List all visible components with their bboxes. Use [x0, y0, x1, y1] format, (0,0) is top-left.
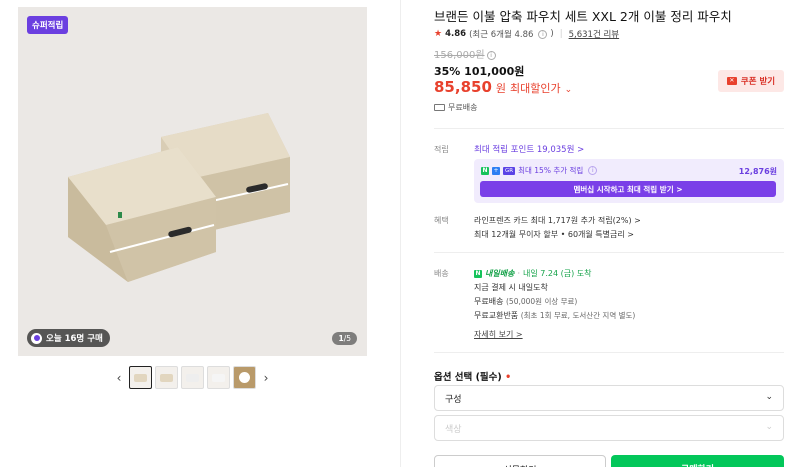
- membership-cta-button[interactable]: 멤버십 시작하고 최대 적립 받기 >: [480, 181, 776, 197]
- coupon-icon: ✕: [726, 77, 737, 85]
- rating-score: 4.86: [445, 29, 467, 39]
- points-label: 적립: [434, 145, 449, 154]
- chevron-down-icon: ⌄: [765, 392, 773, 402]
- composition-select[interactable]: 구성 ⌄: [434, 385, 784, 411]
- benefits-label: 혜택: [434, 216, 449, 225]
- price-info-icon[interactable]: i: [486, 51, 496, 60]
- free-return: 무료교환반품: [474, 311, 519, 320]
- pouch-image: [68, 113, 290, 282]
- thumbnail-2[interactable]: [155, 366, 178, 389]
- column-divider: [400, 0, 401, 467]
- delivery-title: N 내일배송 · 내일 7.24 (금) 도착: [474, 268, 591, 279]
- action-buttons: 선물하기 구매하기: [434, 455, 784, 467]
- free-shipping: 무료배송: [474, 297, 504, 306]
- image-page-indicator: 1/5: [332, 332, 357, 345]
- composition-select-label: 구성: [445, 394, 462, 405]
- star-icon: ★: [434, 29, 443, 39]
- info-icon[interactable]: i: [538, 29, 548, 39]
- color-select[interactable]: 색상 ⌄: [434, 415, 784, 441]
- extra-info-icon[interactable]: i: [588, 166, 598, 175]
- rating-row: ★ 4.86 (최근 6개월 4.86 i) | 5,631건 리뷰: [434, 28, 619, 40]
- shipping-row: 무료배송: [434, 102, 477, 113]
- extra-points-amount: 12,876원: [738, 167, 777, 176]
- product-title: 브랜든 이불 압축 파우치 세트 XXL 2개 이불 정리 파우치: [434, 9, 732, 24]
- play-icon: [239, 372, 250, 383]
- shipping-text: 무료배송: [448, 103, 478, 112]
- buy-button[interactable]: 구매하기: [611, 455, 784, 467]
- page-total: /5: [343, 334, 351, 343]
- best-price-label: 최대할인가: [510, 82, 561, 95]
- thumbnail-3[interactable]: [181, 366, 204, 389]
- section-divider: [434, 252, 784, 253]
- chevron-down-icon: ⌄: [765, 422, 773, 432]
- delivery-line-1: 지금 결제 시 내일도착: [474, 283, 548, 292]
- delivery-line-3: 무료교환반품 (최초 1회 무료, 도서산간 지역 별도): [474, 310, 635, 321]
- naver-n-icon: N: [481, 166, 489, 175]
- membership-icon: GR: [503, 166, 516, 175]
- chevron-down-icon: ⌄: [564, 85, 573, 95]
- card-benefit-link[interactable]: 라인프렌즈 카드 최대 1,717원 추가 적립(2%) >: [474, 215, 641, 226]
- thumbnail-1[interactable]: [129, 366, 152, 389]
- options-title: 옵션 선택 (필수) •: [434, 369, 511, 383]
- truck-icon: [434, 104, 445, 111]
- free-shipping-note: (50,000원 이상 무료): [506, 297, 578, 306]
- today-purchases-badge: 오늘 16명 구매: [27, 329, 110, 347]
- reviews-link[interactable]: 5,631건 리뷰: [569, 28, 620, 40]
- arrival-date: 내일 7.24 (금) 도착: [523, 269, 592, 278]
- points-link[interactable]: 최대 적립 포인트 19,035원 >: [474, 143, 584, 155]
- delivery-more-link[interactable]: 자세히 보기 >: [474, 329, 523, 340]
- color-select-label: 색상: [445, 424, 462, 435]
- original-price-text: 156,000원: [434, 50, 485, 61]
- thumbnail-video[interactable]: [233, 366, 256, 389]
- section-divider: [434, 128, 784, 129]
- tomorrow-delivery-icon: N: [474, 269, 482, 278]
- thumb-next-arrow[interactable]: ›: [259, 371, 273, 385]
- delivery-separator: ·: [517, 269, 520, 278]
- gift-button[interactable]: 선물하기: [434, 455, 606, 467]
- thumbnail-4[interactable]: [207, 366, 230, 389]
- product-main-image[interactable]: 슈퍼적립 오늘 16명 구매 1/5: [18, 7, 367, 356]
- best-price-won: 원: [495, 82, 507, 95]
- required-mark: •: [505, 372, 512, 383]
- best-price: 85,850: [434, 78, 492, 96]
- thumb-prev-arrow[interactable]: ‹: [112, 371, 126, 385]
- rating-note: (최근 6개월 4.86: [469, 30, 534, 40]
- delivery-line-2: 무료배송 (50,000원 이상 무료): [474, 296, 577, 307]
- original-price: 156,000원 i: [434, 46, 496, 61]
- free-return-note: (최초 1회 무료, 도서산간 지역 별도): [520, 311, 636, 320]
- installment-benefit-link[interactable]: 최대 12개월 무이자 할부 • 60개월 특별금리 >: [474, 229, 634, 240]
- section-divider: [434, 352, 784, 353]
- super-points-badge: 슈퍼적립: [27, 16, 69, 34]
- plus-icon: +: [492, 166, 500, 175]
- bag-icon: [31, 332, 42, 344]
- membership-points-box: N + GR 최대 15% 추가 적립 i 12,876원 멤버십 시작하고 최…: [474, 159, 784, 203]
- best-price-row[interactable]: 85,850 원 최대할인가 ⌄: [434, 78, 572, 96]
- today-purchases-text: 오늘 16명 구매: [46, 334, 103, 344]
- coupon-label: 쿠폰 받기: [740, 77, 776, 87]
- options-title-text: 옵션 선택 (필수): [434, 372, 502, 383]
- extra-points-text: 최대 15% 추가 적립: [518, 166, 584, 175]
- delivery-label: 배송: [434, 269, 449, 278]
- coupon-button[interactable]: ✕ 쿠폰 받기: [718, 70, 784, 92]
- separator: |: [559, 29, 563, 39]
- discount-price: 35% 101,000원: [434, 65, 525, 78]
- thumbnail-strip: ‹ ›: [112, 366, 273, 389]
- rating-note-end: ): [550, 29, 554, 39]
- extra-points-row: N + GR 최대 15% 추가 적립 i: [481, 165, 598, 176]
- tomorrow-delivery: 내일배송: [485, 269, 515, 278]
